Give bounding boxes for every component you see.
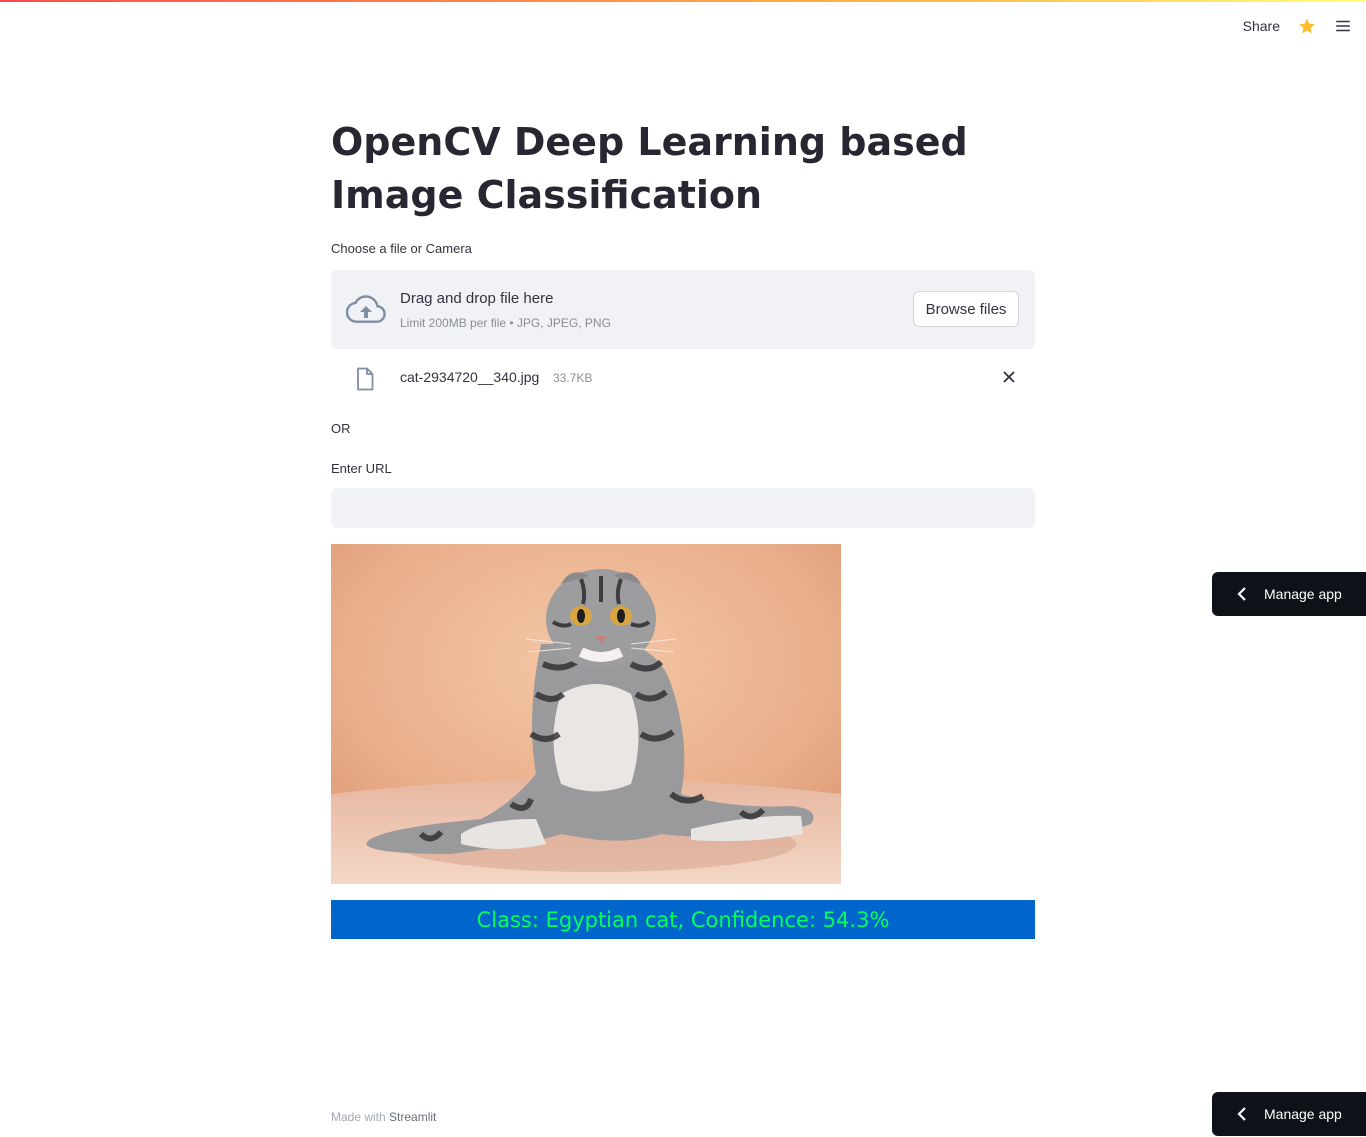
chevron-left-icon — [1236, 1107, 1248, 1121]
manage-app-label: Manage app — [1264, 586, 1342, 602]
star-icon[interactable] — [1298, 17, 1316, 35]
close-icon[interactable] — [1001, 369, 1017, 390]
header-toolbar: Share — [1243, 14, 1352, 38]
manage-app-button-bottom[interactable]: Manage app — [1212, 1092, 1366, 1136]
classification-result-banner: Class: Egyptian cat, Confidence: 54.3% — [331, 900, 1035, 939]
file-icon — [355, 367, 375, 396]
uploaded-cat-image — [331, 544, 841, 884]
manage-app-label: Manage app — [1264, 1106, 1342, 1122]
share-button[interactable]: Share — [1243, 18, 1280, 34]
uploaded-file-row: cat-2934720__340.jpg 33.7KB — [331, 362, 1035, 394]
file-dropzone[interactable]: Drag and drop file here Limit 200MB per … — [331, 270, 1035, 349]
url-input-label: Enter URL — [331, 461, 392, 476]
hamburger-menu-icon[interactable] — [1334, 17, 1352, 35]
dropzone-limit-text: Limit 200MB per file • JPG, JPEG, PNG — [400, 316, 611, 330]
manage-app-button[interactable]: Manage app — [1212, 572, 1366, 616]
browse-files-button[interactable]: Browse files — [913, 291, 1019, 327]
or-separator-text: OR — [331, 421, 351, 436]
page-title: OpenCV Deep Learning based Image Classif… — [331, 120, 968, 217]
uploaded-file-size: 33.7KB — [553, 371, 593, 385]
footer-prefix: Made with — [331, 1110, 386, 1124]
chevron-left-icon — [1236, 587, 1248, 601]
uploaded-file-name: cat-2934720__340.jpg — [400, 369, 540, 385]
url-input[interactable] — [331, 488, 1035, 528]
footer: Made with Streamlit — [331, 1110, 436, 1124]
dropzone-instructions: Drag and drop file here — [400, 290, 554, 307]
file-uploader-label: Choose a file or Camera — [331, 241, 472, 256]
streamlit-link[interactable]: Streamlit — [389, 1110, 436, 1124]
cloud-upload-icon — [345, 294, 386, 329]
top-decoration-bar — [0, 0, 1366, 2]
classification-result-text: Class: Egyptian cat, Confidence: 54.3% — [476, 907, 890, 932]
